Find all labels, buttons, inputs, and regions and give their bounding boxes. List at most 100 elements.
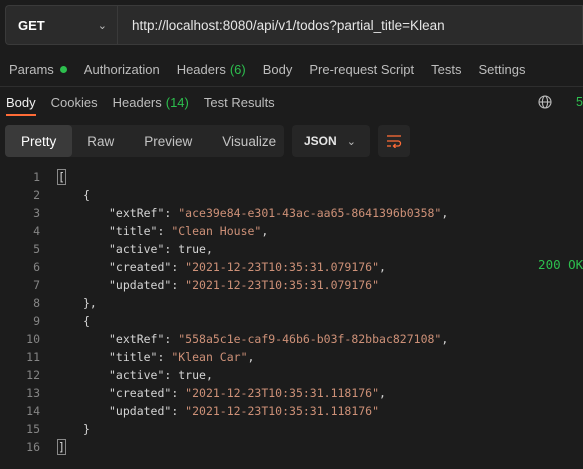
code-text: [ <box>57 168 66 186</box>
headers-count: (6) <box>229 61 246 77</box>
tab-label: Test Results <box>203 94 275 110</box>
json-token: : <box>157 350 172 364</box>
tab-pre-request-script[interactable]: Pre-request Script <box>309 62 414 77</box>
response-tab-headers[interactable]: Headers (14) <box>113 95 189 110</box>
code-text: "extRef": "ace39e84-e301-43ac-aa65-86413… <box>109 204 448 222</box>
code-line: 4 "title": "Clean House", <box>0 222 583 240</box>
format-label: JSON <box>304 134 337 148</box>
line-number: 8 <box>33 296 40 310</box>
json-token: }, <box>83 296 97 310</box>
code-line: 11 "title": "Klean Car", <box>0 348 583 366</box>
json-key: "updated" <box>109 404 172 418</box>
code-line: 9{ <box>0 312 583 330</box>
code-line: 8}, <box>0 294 583 312</box>
json-token: : <box>157 224 172 238</box>
code-text: }, <box>83 294 97 312</box>
line-number: 13 <box>26 386 40 400</box>
tab-label: Headers <box>112 94 162 110</box>
code-text: "created": "2021-12-23T10:35:31.118176", <box>109 384 386 402</box>
json-token: true <box>178 368 206 382</box>
response-time[interactable]: 5 <box>576 95 583 109</box>
tab-label: Pre-request Script <box>309 61 415 77</box>
json-key: "title" <box>109 350 158 364</box>
view-raw-button[interactable]: Raw <box>72 125 129 157</box>
json-token: : <box>164 242 179 256</box>
tab-label: Settings <box>478 61 526 77</box>
json-token: : <box>164 332 179 346</box>
tab-tests[interactable]: Tests <box>431 62 461 77</box>
code-text: "active": true, <box>109 366 213 384</box>
line-number: 7 <box>33 278 40 292</box>
tab-label: Authorization <box>83 61 160 77</box>
json-token: , <box>379 386 386 400</box>
request-bar: GET ⌄ http://localhost:8080/api/v1/todos… <box>5 5 583 45</box>
json-token: : <box>171 260 186 274</box>
response-tab-cookies[interactable]: Cookies <box>51 95 98 110</box>
line-number: 10 <box>26 332 40 346</box>
response-tab-test-results[interactable]: Test Results <box>204 95 275 110</box>
code-text: } <box>83 420 90 438</box>
json-key: "active" <box>109 242 165 256</box>
request-tabs: Params Authorization Headers (6) Body Pr… <box>0 52 583 86</box>
json-token: : <box>171 404 186 418</box>
json-string: "Klean Car" <box>171 350 248 364</box>
json-token: : <box>164 206 179 220</box>
json-token: , <box>205 368 213 382</box>
modified-dot-icon <box>59 65 67 73</box>
json-token: true <box>178 242 206 256</box>
json-key: "active" <box>109 368 165 382</box>
code-text: ] <box>57 438 66 456</box>
json-token: , <box>441 332 449 346</box>
json-token: } <box>83 422 90 436</box>
view-mode-group: Pretty Raw Preview Visualize <box>5 125 284 157</box>
tab-authorization[interactable]: Authorization <box>84 62 160 77</box>
tab-label: Tests <box>431 61 462 77</box>
tab-label: Params <box>9 61 54 77</box>
response-body-code[interactable]: 1[2{3 "extRef": "ace39e84-e301-43ac-aa65-… <box>0 168 583 456</box>
code-text: "updated": "2021-12-23T10:35:31.118176" <box>109 402 379 420</box>
json-string: "2021-12-23T10:35:31.079176" <box>185 278 380 292</box>
tab-body[interactable]: Body <box>263 62 293 77</box>
json-key: "updated" <box>109 278 172 292</box>
line-number: 15 <box>26 422 40 436</box>
url-input[interactable]: http://localhost:8080/api/v1/todos?parti… <box>117 5 583 45</box>
line-number: 3 <box>33 206 40 220</box>
view-preview-button[interactable]: Preview <box>129 125 207 157</box>
json-key: "created" <box>109 260 172 274</box>
line-number: 4 <box>33 224 40 238</box>
tab-params[interactable]: Params <box>9 62 67 77</box>
code-line: 1[ <box>0 168 583 186</box>
code-line: 10 "extRef": "558a5c1e-caf9-46b6-b03f-82b… <box>0 330 583 348</box>
tab-label: Body <box>6 94 36 110</box>
globe-icon[interactable] <box>538 95 552 109</box>
code-text: { <box>83 312 90 330</box>
response-toolbar: Pretty Raw Preview Visualize JSON ⌄ <box>5 125 410 157</box>
json-string: "Clean House" <box>171 224 262 238</box>
view-visualize-button[interactable]: Visualize <box>207 125 291 157</box>
json-token: , <box>247 350 255 364</box>
json-string: "2021-12-23T10:35:31.118176" <box>185 386 380 400</box>
view-pretty-button[interactable]: Pretty <box>5 125 73 157</box>
code-text: "title": "Klean Car", <box>109 348 254 366</box>
tab-settings[interactable]: Settings <box>478 62 525 77</box>
json-key: "title" <box>109 224 158 238</box>
line-number: 14 <box>26 404 40 418</box>
tab-label: Body <box>262 61 293 77</box>
json-key: "created" <box>109 386 172 400</box>
code-line: 3 "extRef": "ace39e84-e301-43ac-aa65-8641… <box>0 204 583 222</box>
response-tab-body[interactable]: Body <box>6 94 36 116</box>
tab-headers[interactable]: Headers (6) <box>177 62 246 77</box>
line-number: 1 <box>33 170 40 184</box>
json-token: { <box>83 314 90 328</box>
json-token: ] <box>57 439 66 455</box>
code-line: 7 "updated": "2021-12-23T10:35:31.079176" <box>0 276 583 294</box>
divider <box>0 86 583 87</box>
json-token: , <box>205 242 213 256</box>
json-token: { <box>83 188 90 202</box>
line-number: 5 <box>33 242 40 256</box>
wrap-lines-button[interactable] <box>378 125 410 157</box>
json-string: "2021-12-23T10:35:31.079176" <box>185 260 380 274</box>
format-select[interactable]: JSON ⌄ <box>292 125 370 157</box>
method-select[interactable]: GET ⌄ <box>5 5 117 45</box>
json-key: "extRef" <box>109 332 165 346</box>
